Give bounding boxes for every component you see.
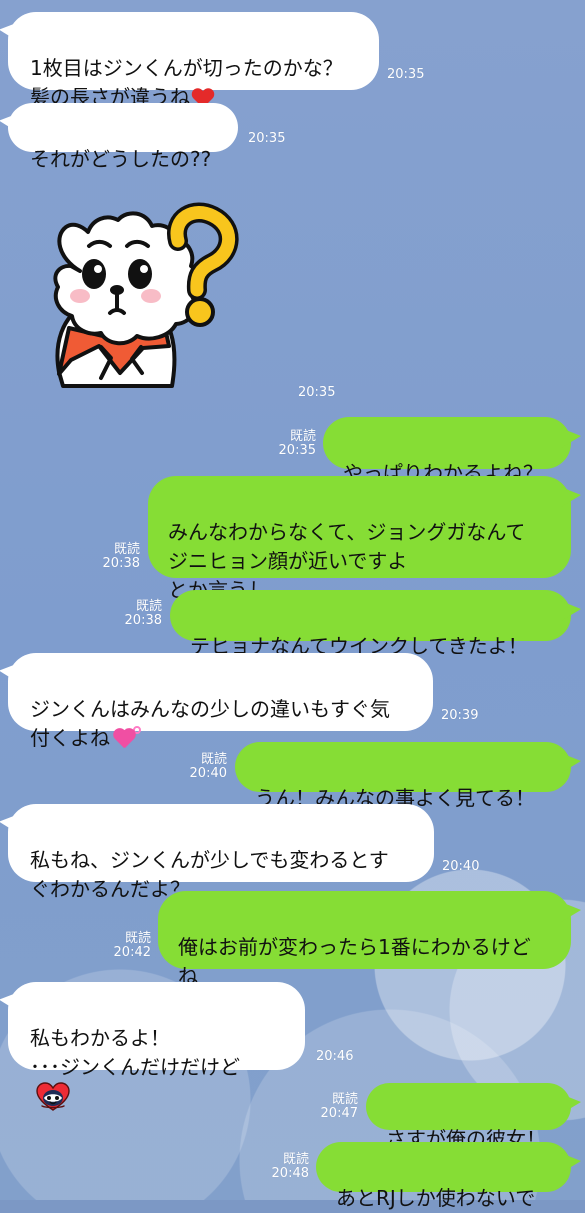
message-bubble[interactable]: あとRJしか使わないで	[316, 1142, 571, 1210]
message-bubble[interactable]: うん！みんなの事よく見てる！	[235, 742, 571, 810]
message-meta: 既読 20:42	[111, 932, 151, 960]
read-status: 既読	[124, 931, 151, 946]
rj-question-sticker-icon[interactable]	[22, 202, 252, 398]
message-meta: 既読 20:40	[187, 753, 227, 781]
message-meta: 既読 20:48	[269, 1153, 309, 1181]
read-status: 既読	[289, 429, 316, 444]
message-time: 20:35	[298, 385, 336, 400]
message-meta: 20:35	[248, 132, 285, 146]
message-meta: 20:40	[442, 860, 479, 874]
message-meta: 既読 20:38	[100, 543, 140, 571]
message-meta: 既読 20:47	[318, 1093, 358, 1121]
message-bubble[interactable]: やっぱりわかるよね？	[323, 417, 571, 485]
message-text: あとRJしか使わないで	[336, 1186, 536, 1210]
read-status: 既読	[113, 542, 140, 557]
message-bubble[interactable]: 1枚目はジンくんが切ったのかな？ 髪の長さが違うね	[8, 12, 379, 109]
message-meta: 20:35	[387, 68, 424, 82]
message-time: 20:35	[248, 131, 286, 146]
message-text: 私もわかるよ！ ･･･ジンくんだけだけど	[30, 1026, 240, 1079]
message-bubble[interactable]: ジンくんはみんなの少しの違いもすぐ気 付くよね	[8, 653, 433, 750]
message-bubble[interactable]: 俺はお前が変わったら1番にわかるけど ね	[158, 891, 571, 988]
message-bubble[interactable]: みんなわからなくて、ジョングガなんて ジニヒョン顔が近いですよ とか言うし	[148, 476, 571, 602]
message-bubble[interactable]: テヒョナなんてウインクしてきたよ！	[170, 590, 571, 658]
read-status: 既読	[200, 752, 227, 767]
message-text: それがどうしたの??	[30, 147, 212, 171]
message-meta: 既読 20:35	[276, 430, 316, 458]
message-bubble[interactable]: さすが俺の彼女！	[366, 1083, 571, 1151]
read-status: 既読	[282, 1152, 309, 1167]
tata-heart-icon	[36, 1082, 70, 1111]
message-time: 20:35	[278, 443, 316, 458]
pink-heart-icon	[112, 726, 141, 749]
message-time: 20:40	[189, 766, 227, 781]
message-time: 20:38	[124, 613, 162, 628]
read-status: 既読	[135, 599, 162, 614]
message-meta: 既読 20:38	[122, 600, 162, 628]
message-time: 20:42	[113, 945, 151, 960]
message-time: 20:40	[442, 859, 480, 874]
message-time: 20:35	[387, 67, 425, 82]
message-time: 20:38	[102, 556, 140, 571]
message-time: 20:46	[316, 1049, 354, 1064]
message-bubble[interactable]: 私もわかるよ！ ･･･ジンくんだけだけど	[8, 982, 305, 1111]
read-status: 既読	[331, 1092, 358, 1107]
message-meta: 20:46	[316, 1050, 353, 1064]
message-bubble[interactable]: 私もね、ジンくんが少しでも変わるとす ぐわかるんだよ？	[8, 804, 434, 901]
spark-icon	[133, 726, 141, 734]
message-meta: 20:39	[441, 709, 478, 723]
message-bubble[interactable]: それがどうしたの??	[8, 103, 238, 171]
message-time: 20:48	[271, 1166, 309, 1181]
message-meta: 20:35	[298, 386, 335, 400]
message-time: 20:47	[320, 1106, 358, 1121]
message-time: 20:39	[441, 708, 479, 723]
